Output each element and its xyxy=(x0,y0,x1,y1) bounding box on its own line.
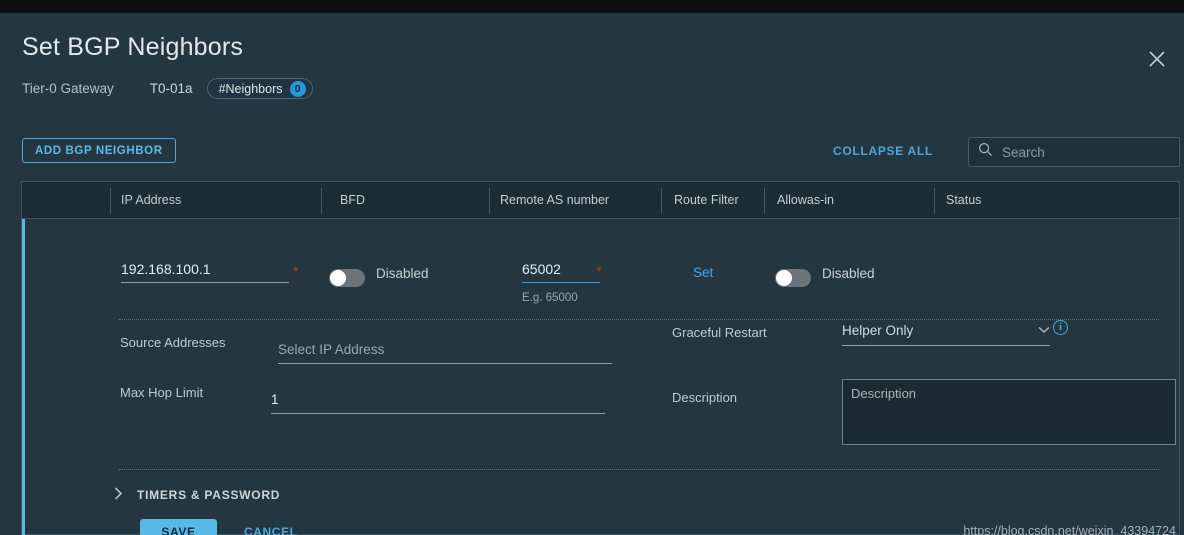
chevron-right-icon xyxy=(114,487,123,503)
remote-as-required-marker: * xyxy=(596,263,602,279)
column-divider xyxy=(110,188,111,213)
column-header-bfd[interactable]: BFD xyxy=(340,193,365,207)
route-filter-set-link[interactable]: Set xyxy=(693,265,713,280)
column-divider xyxy=(661,188,662,213)
column-header-allowas-in[interactable]: Allowas-in xyxy=(777,193,834,207)
search-icon xyxy=(978,142,993,162)
remote-as-input[interactable]: 65002 xyxy=(522,261,600,283)
column-divider xyxy=(934,188,935,213)
watermark: https://blog.csdn.net/weixin_43394724 xyxy=(963,524,1176,535)
save-button[interactable]: SAVE xyxy=(140,519,217,535)
timers-and-password-label: TIMERS & PASSWORD xyxy=(137,488,281,502)
chevron-down-icon xyxy=(1038,321,1050,339)
row-selection-accent xyxy=(22,219,25,535)
column-divider xyxy=(764,188,765,213)
add-bgp-neighbor-button[interactable]: ADD BGP NEIGHBOR xyxy=(22,138,176,163)
neighbors-badge-count: 0 xyxy=(289,80,306,97)
neighbors-badge-label: #Neighbors xyxy=(218,81,283,96)
column-divider xyxy=(489,188,490,213)
browser-top-strip xyxy=(0,0,1184,13)
description-textarea[interactable]: Description xyxy=(842,379,1176,445)
ip-address-required-marker: * xyxy=(293,263,299,279)
column-header-remote-as[interactable]: Remote AS number xyxy=(500,193,609,207)
timers-and-password-section[interactable]: TIMERS & PASSWORD xyxy=(114,487,280,503)
neighbors-badge[interactable]: #Neighbors 0 xyxy=(206,78,313,99)
remote-as-hint: E.g. 65000 xyxy=(522,292,578,304)
table-row: 192.168.100.1 * Disabled 65002 * E.g. 65… xyxy=(22,219,1179,535)
allowas-in-state-label: Disabled xyxy=(822,266,875,281)
column-divider xyxy=(321,188,322,213)
bfd-toggle-knob xyxy=(330,270,346,286)
breadcrumb-gateway-type: Tier-0 Gateway xyxy=(22,81,114,96)
section-divider xyxy=(119,469,1159,470)
max-hop-limit-input[interactable]: 1 xyxy=(271,392,605,414)
graceful-restart-value: Helper Only xyxy=(842,322,914,338)
table-header-row: IP Address BFD Remote AS number Route Fi… xyxy=(22,182,1179,219)
cancel-button[interactable]: CANCEL xyxy=(244,525,298,535)
close-icon[interactable] xyxy=(1144,46,1170,72)
set-bgp-neighbors-dialog: Set BGP Neighbors Tier-0 Gateway T0-01a … xyxy=(0,13,1184,535)
bfd-toggle[interactable] xyxy=(329,269,365,287)
column-header-status[interactable]: Status xyxy=(946,193,981,207)
breadcrumb: Tier-0 Gateway T0-01a #Neighbors 0 xyxy=(22,78,313,99)
section-divider xyxy=(119,319,1159,320)
allowas-in-toggle[interactable] xyxy=(775,269,811,287)
graceful-restart-select[interactable]: Helper Only xyxy=(842,321,1050,346)
neighbors-table: IP Address BFD Remote AS number Route Fi… xyxy=(21,181,1180,535)
info-icon[interactable]: i xyxy=(1053,320,1068,335)
breadcrumb-gateway-name: T0-01a xyxy=(149,81,193,96)
allowas-in-toggle-knob xyxy=(776,270,792,286)
source-addresses-label: Source Addresses xyxy=(120,335,226,350)
search-box[interactable]: Search xyxy=(968,137,1180,167)
column-header-route-filter[interactable]: Route Filter xyxy=(674,193,739,207)
source-addresses-input[interactable]: Select IP Address xyxy=(278,342,612,364)
graceful-restart-label: Graceful Restart xyxy=(672,325,767,340)
column-header-ip-address[interactable]: IP Address xyxy=(121,193,181,207)
collapse-all-button[interactable]: COLLAPSE ALL xyxy=(833,144,933,158)
ip-address-input[interactable]: 192.168.100.1 xyxy=(121,261,289,283)
screen: Set BGP Neighbors Tier-0 Gateway T0-01a … xyxy=(0,0,1184,535)
page-title: Set BGP Neighbors xyxy=(22,33,244,61)
max-hop-limit-label: Max Hop Limit xyxy=(120,385,204,400)
bfd-state-label: Disabled xyxy=(376,266,429,281)
description-label: Description xyxy=(672,390,738,405)
search-input[interactable]: Search xyxy=(1002,145,1045,160)
